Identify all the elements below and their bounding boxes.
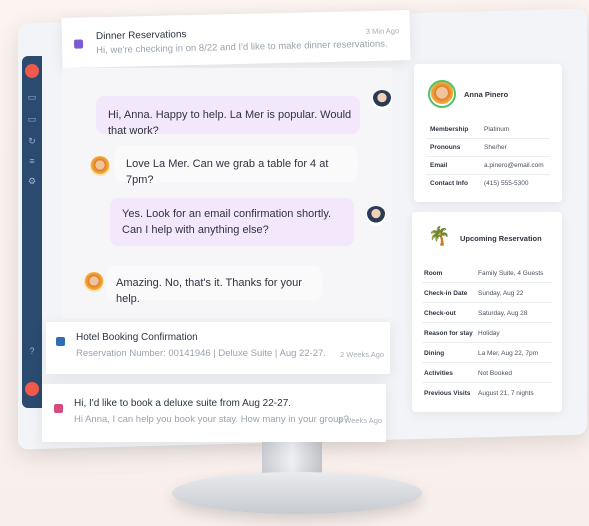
app-sidebar: ▭ ▭ ↻ ≡ ⚙ ? [22, 56, 42, 408]
app-logo-icon[interactable] [25, 64, 39, 78]
profile-avatar [428, 80, 456, 108]
inbox-item[interactable]: Dinner Reservations Hi, we're checking i… [61, 10, 411, 68]
divider [422, 282, 552, 283]
customer-avatar [84, 272, 104, 292]
user-avatar[interactable] [25, 382, 39, 396]
message-icon [73, 39, 84, 49]
reservation-field-value: Saturday, Aug 28 [478, 310, 528, 317]
divider [426, 156, 550, 157]
agent-message: Hi, Anna. Happy to help. La Mer is popul… [96, 96, 360, 137]
inbox-icon[interactable]: ▭ [27, 114, 37, 124]
profile-field-value: Platinum [484, 126, 510, 133]
profile-field-value: She/her [484, 144, 507, 151]
inbox-subject: Hotel Booking Confirmation [76, 332, 198, 343]
profile-field-label: Membership [430, 126, 469, 133]
message-text: Amazing. No, that's it. Thanks for your … [116, 277, 302, 305]
inbox-preview: Hi Anna, I can help you book your stay. … [74, 414, 349, 425]
help-icon[interactable]: ? [27, 346, 37, 356]
reservation-field-value: Sunday, Aug 22 [478, 290, 524, 297]
reservation-field-value: Not Booked [478, 370, 512, 377]
inbox-item[interactable]: Hi, I'd like to book a deluxe suite from… [42, 384, 386, 442]
message-icon [54, 404, 63, 413]
reservation-panel: 🌴 Upcoming Reservation Room Family Suite… [412, 212, 562, 412]
message-text: Hi, Anna. Happy to help. La Mer is popul… [108, 109, 352, 137]
divider [422, 322, 552, 323]
inbox-time: 2 Weeks Ago [340, 350, 385, 359]
profile-field-label: Pronouns [430, 144, 461, 151]
reservation-field-label: Previous Visits [424, 390, 471, 397]
agent-message: Yes. Look for an email confirmation shor… [110, 198, 354, 246]
inbox-subject: Hi, I'd like to book a deluxe suite from… [74, 398, 292, 409]
profile-field-value: a.pinero@email.com [484, 162, 544, 169]
inbox-time: 3 Weeks Ago [338, 416, 383, 425]
inbox-time: 3 Min Ago [365, 26, 400, 37]
inbox-preview: Hi, we're checking in on 8/22 and I'd li… [96, 38, 388, 57]
agent-avatar [366, 206, 386, 226]
reservation-field-label: Check-out [424, 310, 456, 317]
reservation-field-value: August 21, 7 nights [478, 390, 534, 397]
divider [422, 302, 552, 303]
reservation-field-value: La Mer, Aug 22, 7pm [478, 350, 538, 357]
reservation-field-label: Reason for stay [424, 330, 473, 337]
message-text: Love La Mer. Can we grab a table for 4 a… [126, 158, 329, 186]
monitor-stand-base [172, 472, 422, 514]
reservation-field-value: Family Suite, 4 Guests [478, 270, 544, 277]
reservation-field-label: Room [424, 270, 443, 277]
profile-name: Anna Pinero [464, 90, 509, 99]
message-text: Yes. Look for an email confirmation shor… [122, 208, 332, 236]
agent-avatar [372, 90, 392, 110]
message-icon [56, 337, 65, 346]
inbox-preview: Reservation Number: 00141946 | Deluxe Su… [76, 348, 326, 359]
divider [426, 174, 550, 175]
reservation-field-label: Check-in Date [424, 290, 468, 297]
divider [422, 362, 552, 363]
divider [422, 342, 552, 343]
refresh-icon[interactable]: ↻ [27, 136, 37, 146]
customer-profile-panel: Anna Pinero Membership Platinum Pronouns… [414, 64, 562, 202]
reservation-field-label: Dining [424, 350, 445, 357]
customer-message: Love La Mer. Can we grab a table for 4 a… [114, 146, 358, 186]
reservation-field-value: Holiday [478, 330, 500, 337]
panel-title: Upcoming Reservation [460, 234, 542, 243]
reservation-field-label: Activities [424, 370, 453, 377]
home-icon[interactable]: ▭ [27, 92, 37, 102]
customer-avatar [90, 156, 110, 176]
profile-field-label: Email [430, 162, 448, 169]
customer-message: Amazing. No, that's it. Thanks for your … [106, 266, 322, 305]
profile-field-label: Contact Info [430, 180, 468, 187]
inbox-subject: Dinner Reservations [95, 29, 187, 43]
profile-field-value: (415) 555-5300 [484, 180, 529, 187]
divider [426, 138, 550, 139]
palm-tree-icon: 🌴 [428, 226, 451, 246]
inbox-item[interactable]: Hotel Booking Confirmation Reservation N… [46, 322, 390, 374]
list-icon[interactable]: ≡ [27, 156, 37, 166]
divider [422, 382, 552, 383]
settings-icon[interactable]: ⚙ [27, 176, 37, 186]
